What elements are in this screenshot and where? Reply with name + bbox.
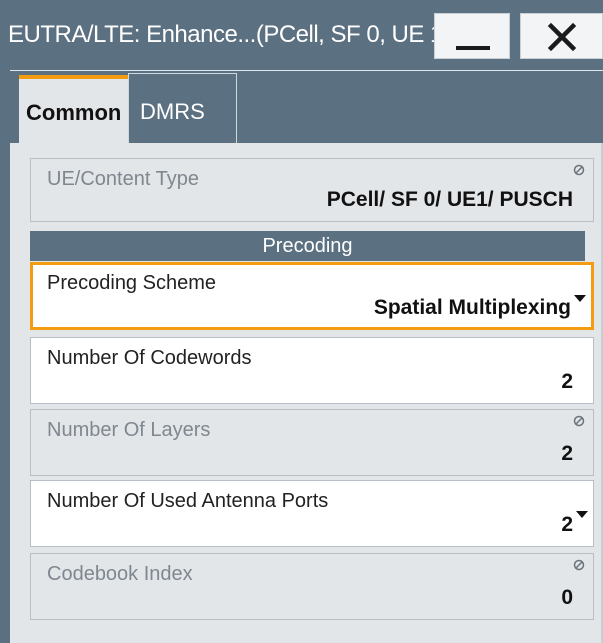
dialog-window: EUTRA/LTE: Enhance...(PCell, SF 0, UE 1)… xyxy=(0,0,603,643)
dropdown-arrow-icon xyxy=(574,295,586,302)
close-icon xyxy=(547,22,577,52)
field-label: Number Of Used Antenna Ports xyxy=(47,490,329,512)
number-of-used-antenna-ports-dropdown[interactable]: Number Of Used Antenna Ports 2 xyxy=(30,480,594,547)
ue-content-type-field: UE/Content Type PCell/ SF 0/ UE1/ PUSCH xyxy=(30,158,594,222)
number-of-codewords-field[interactable]: Number Of Codewords 2 xyxy=(30,337,594,404)
tab-dmrs[interactable]: DMRS xyxy=(128,73,237,143)
read-only-icon xyxy=(573,415,585,427)
field-label: UE/Content Type xyxy=(47,168,199,190)
window-title: EUTRA/LTE: Enhance...(PCell, SF 0, UE 1) xyxy=(8,21,451,48)
tab-common-label: Common xyxy=(26,100,122,125)
title-bar[interactable]: EUTRA/LTE: Enhance...(PCell, SF 0, UE 1) xyxy=(0,0,603,70)
field-value: PCell/ SF 0/ UE1/ PUSCH xyxy=(326,188,573,211)
codebook-index-field: Codebook Index 0 xyxy=(30,553,594,620)
field-value: 2 xyxy=(561,513,573,536)
read-only-icon xyxy=(573,559,585,571)
tab-common[interactable]: Common xyxy=(19,75,128,144)
field-label: Number Of Codewords xyxy=(47,347,252,369)
close-button[interactable] xyxy=(520,13,603,59)
field-label: Precoding Scheme xyxy=(47,272,216,294)
field-value: 0 xyxy=(561,586,573,609)
field-value: 2 xyxy=(561,442,573,465)
minimize-icon xyxy=(456,46,490,50)
field-label: Number Of Layers xyxy=(47,419,211,441)
minimize-button[interactable] xyxy=(434,13,510,59)
field-value: Spatial Multiplexing xyxy=(373,296,571,319)
precoding-scheme-dropdown[interactable]: Precoding Scheme Spatial Multiplexing xyxy=(30,262,594,330)
tab-dmrs-label: DMRS xyxy=(140,99,205,124)
field-value: 2 xyxy=(561,370,573,393)
read-only-icon xyxy=(573,164,585,176)
number-of-layers-field: Number Of Layers 2 xyxy=(30,409,594,476)
precoding-section-header: Precoding xyxy=(30,231,585,261)
dropdown-arrow-icon xyxy=(576,511,588,518)
field-label: Codebook Index xyxy=(47,563,193,585)
